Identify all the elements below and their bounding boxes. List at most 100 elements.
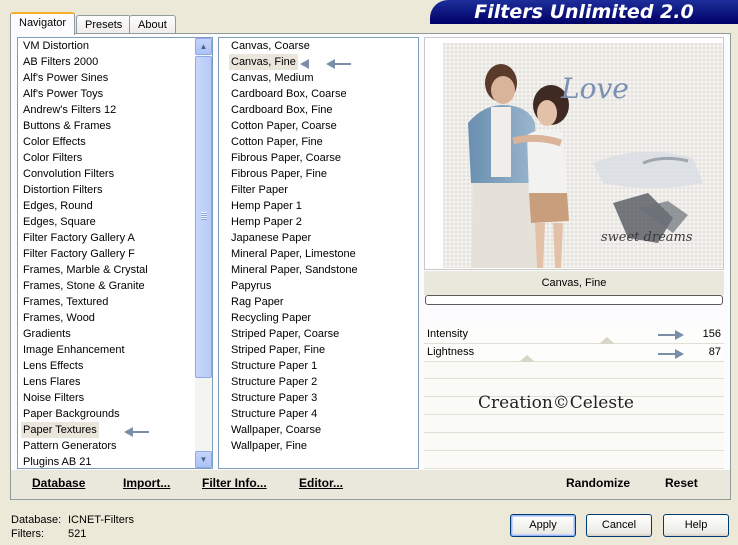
- filter-list-item[interactable]: Fibrous Paper, Fine: [231, 166, 327, 182]
- filter-list-item[interactable]: Canvas, Coarse: [231, 38, 310, 54]
- category-list-item[interactable]: Filter Factory Gallery F: [23, 246, 135, 262]
- randomize-button[interactable]: Randomize: [566, 476, 630, 490]
- database-button[interactable]: Database: [32, 476, 85, 490]
- filter-list-item[interactable]: Structure Paper 3: [231, 390, 317, 406]
- category-list-item[interactable]: VM Distortion: [23, 38, 89, 54]
- filter-list[interactable]: Canvas, Coarse Canvas, Fine Canvas, Medium…: [218, 37, 419, 469]
- category-list-item[interactable]: Paper Backgrounds: [23, 406, 120, 422]
- filter-list-item[interactable]: Hemp Paper 2: [231, 214, 302, 230]
- editor-button[interactable]: Editor...: [299, 476, 343, 490]
- filter-info-button[interactable]: Filter Info...: [202, 476, 267, 490]
- filter-list-item[interactable]: Wallpaper, Fine: [231, 438, 307, 454]
- filter-list-item[interactable]: Recycling Paper: [231, 310, 311, 326]
- empty-param-row: [424, 434, 724, 451]
- filter-name-label: Canvas, Fine: [424, 271, 724, 295]
- import-button-label: Import...: [123, 476, 171, 490]
- progress-bar: [425, 295, 723, 305]
- preview-image: Love sweet dreams: [443, 43, 723, 268]
- filter-list-item[interactable]: Rag Paper: [231, 294, 284, 310]
- category-list-item[interactable]: AB Filters 2000: [23, 54, 98, 70]
- cancel-button[interactable]: Cancel: [586, 514, 652, 537]
- filter-list-item[interactable]: Mineral Paper, Sandstone: [231, 262, 358, 278]
- filter-list-item[interactable]: Mineral Paper, Limestone: [231, 246, 356, 262]
- watermark-text: Creation©Celeste: [478, 393, 634, 413]
- filter-list-item[interactable]: Cardboard Box, Coarse: [231, 86, 347, 102]
- category-list-item[interactable]: Color Filters: [23, 150, 82, 166]
- grip-icon: [201, 212, 207, 220]
- category-list-item[interactable]: Edges, Square: [23, 214, 96, 230]
- svg-text:Love: Love: [560, 72, 629, 105]
- param-value: 87: [708, 346, 721, 358]
- slider-thumb[interactable]: [599, 337, 615, 344]
- category-list-item[interactable]: Filter Factory Gallery A: [23, 230, 135, 246]
- reset-button[interactable]: Reset: [665, 476, 698, 490]
- editor-button-label: Editor...: [299, 476, 344, 490]
- category-list-item[interactable]: Plugins AB 21: [23, 454, 92, 468]
- category-list-item[interactable]: Color Effects: [23, 134, 86, 150]
- category-list-item[interactable]: Andrew's Filters 12: [23, 102, 116, 118]
- filter-list-item[interactable]: Wallpaper, Coarse: [231, 422, 321, 438]
- arrow-left-icon: [326, 59, 351, 69]
- category-list-item[interactable]: Alf's Power Toys: [23, 86, 103, 102]
- tab-navigator[interactable]: Navigator: [10, 12, 76, 35]
- category-list-item[interactable]: Paper Textures: [21, 422, 99, 438]
- preview-pane: Love sweet dreams: [424, 37, 724, 270]
- tab-presets[interactable]: Presets: [76, 15, 132, 35]
- filter-list-item[interactable]: Papyrus: [231, 278, 271, 294]
- filter-list-item[interactable]: Cardboard Box, Fine: [231, 102, 333, 118]
- arrow-right-icon: [658, 349, 684, 359]
- empty-param-row: [424, 416, 724, 433]
- apply-button[interactable]: Apply: [510, 514, 576, 537]
- help-button[interactable]: Help: [663, 514, 729, 537]
- category-list-item[interactable]: Lens Effects: [23, 358, 83, 374]
- filter-info-button-label: Filter Info...: [202, 476, 267, 490]
- filter-list-item[interactable]: Japanese Paper: [231, 230, 311, 246]
- category-list-item[interactable]: Edges, Round: [23, 198, 93, 214]
- param-label: Intensity: [427, 328, 468, 340]
- category-list-item[interactable]: Buttons & Frames: [23, 118, 111, 134]
- database-label: Database:: [11, 514, 62, 526]
- filter-list-item[interactable]: Structure Paper 4: [231, 406, 317, 422]
- filter-list-item[interactable]: Canvas, Medium: [231, 70, 314, 86]
- filter-list-item[interactable]: Structure Paper 1: [231, 358, 317, 374]
- empty-param-row: [424, 362, 724, 379]
- category-list-item[interactable]: Frames, Marble & Crystal: [23, 262, 148, 278]
- scroll-thumb[interactable]: [195, 56, 212, 378]
- param-value: 156: [702, 328, 721, 340]
- slider-thumb[interactable]: [519, 355, 535, 362]
- category-list-item[interactable]: Frames, Wood: [23, 310, 95, 326]
- database-value: ICNET-Filters: [68, 514, 134, 526]
- category-list-item[interactable]: Lens Flares: [23, 374, 80, 390]
- scroll-up-button[interactable]: ▲: [195, 38, 212, 55]
- svg-text:sweet dreams: sweet dreams: [601, 230, 693, 245]
- database-button-label: Database: [32, 476, 86, 490]
- category-list-item[interactable]: Convolution Filters: [23, 166, 114, 182]
- filter-list-item[interactable]: Canvas, Fine: [229, 54, 298, 70]
- filter-list-item[interactable]: Hemp Paper 1: [231, 198, 302, 214]
- filter-list-item[interactable]: Structure Paper 2: [231, 374, 317, 390]
- arrow-right-icon: [658, 330, 684, 340]
- empty-param-row: [424, 452, 724, 469]
- param-label: Lightness: [427, 346, 475, 358]
- scroll-down-button[interactable]: ▼: [195, 451, 212, 468]
- filter-list-item[interactable]: Cotton Paper, Fine: [231, 134, 323, 150]
- category-list-item[interactable]: Distortion Filters: [23, 182, 102, 198]
- category-list-item[interactable]: Alf's Power Sines: [23, 70, 108, 86]
- app-title-banner: Filters Unlimited 2.0: [430, 0, 738, 24]
- filter-list-item[interactable]: Fibrous Paper, Coarse: [231, 150, 341, 166]
- filter-list-item[interactable]: Filter Paper: [231, 182, 288, 198]
- import-button[interactable]: Import...: [123, 476, 170, 490]
- category-list-item[interactable]: Frames, Stone & Granite: [23, 278, 145, 294]
- category-list-item[interactable]: Noise Filters: [23, 390, 84, 406]
- filter-list-item[interactable]: Cotton Paper, Coarse: [231, 118, 337, 134]
- category-scrollbar[interactable]: ▲ ▼: [195, 38, 212, 468]
- tab-about[interactable]: About: [129, 15, 176, 35]
- filter-list-item[interactable]: Striped Paper, Fine: [231, 342, 325, 358]
- category-list-item[interactable]: Gradients: [23, 326, 71, 342]
- filter-list-item[interactable]: Striped Paper, Coarse: [231, 326, 339, 342]
- arrow-left-icon: [300, 59, 309, 69]
- category-list[interactable]: VM Distortion AB Filters 2000 Alf's Power …: [17, 37, 213, 469]
- category-list-item[interactable]: Frames, Textured: [23, 294, 108, 310]
- category-list-item[interactable]: Image Enhancement: [23, 342, 125, 358]
- category-list-item[interactable]: Pattern Generators: [23, 438, 117, 454]
